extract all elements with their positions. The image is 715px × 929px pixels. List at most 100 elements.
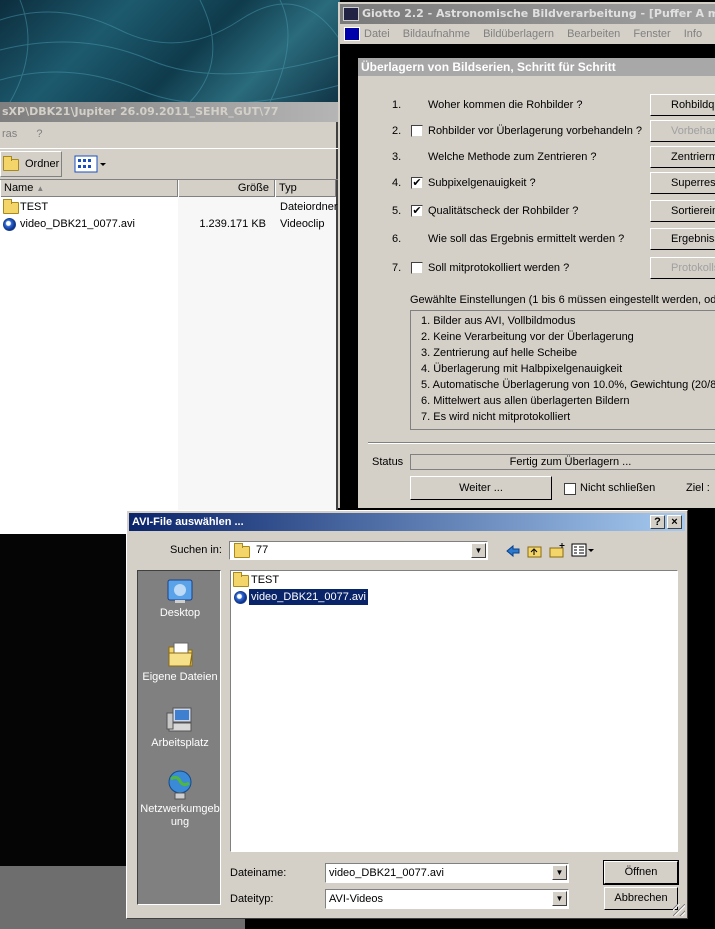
up-folder-icon[interactable] [527,543,543,558]
divider [368,442,715,444]
file-list[interactable]: TEST video_DBK21_0077.avi [230,570,678,852]
list-item[interactable]: TEST Dateiordner [0,199,337,216]
views-button[interactable] [74,153,108,175]
filename-label: Dateiname: [230,867,287,879]
summary-line: 5. Automatische Überlagerung von 10.0%, … [421,379,715,391]
summary-line: 4. Überlagerung mit Halbpixelgenauigkeit [421,363,623,375]
giotto-menubar: Datei Bildaufnahme Bildüberlagern Bearbe… [340,24,715,44]
step-3: 3. Welche Methode zum Zentrieren ? Zentr… [358,144,715,170]
place-my-computer[interactable]: Arbeitsplatz [138,705,222,750]
giotto-window: Giotto 2.2 - Astronomische Bildverarbeit… [338,2,715,508]
menu-extras[interactable]: ras [2,128,17,140]
vorbehandeln-checkbox[interactable] [411,125,423,137]
list-item[interactable]: video_DBK21_0077.avi 1.239.171 KB Videoc… [0,216,336,233]
list-header: Name ▲ Größe Typ [0,180,336,197]
rohbildquelle-button[interactable]: Rohbildq [650,94,715,116]
protokoll-checkbox[interactable] [411,262,423,274]
place-network[interactable]: Netzwerkumgeb ung [138,769,222,829]
folders-button-label: Ordner [25,158,60,170]
summary-label: Gewählte Einstellungen (1 bis 6 müssen e… [410,294,715,306]
subpixel-checkbox[interactable]: ✔ [411,177,423,189]
my-documents-icon [168,642,193,667]
cancel-button[interactable]: Abbrechen [604,887,678,910]
status-label: Status [372,456,404,468]
nav-toolbar [503,542,595,560]
vorbehandlung-button[interactable]: Vorbehan [650,120,715,142]
filetype-select[interactable]: AVI-Videos ▼ [325,889,569,909]
dropdown-arrow-icon[interactable]: ▼ [552,865,567,880]
desktop-wallpaper [0,0,340,102]
summary-line: 1. Bilder aus AVI, Vollbildmodus [421,315,576,327]
close-button[interactable]: × [667,515,682,529]
settings-summary: 1. Bilder aus AVI, Vollbildmodus 2. Kein… [410,310,715,430]
zentriermethode-button[interactable]: Zentrierme [650,146,715,168]
view-menu-icon[interactable] [571,543,595,557]
giotto-title[interactable]: Giotto 2.2 - Astronomische Bildverarbeit… [340,4,715,24]
step-4: 4. ✔ Subpixelgenauigkeit ? Superresc [358,170,715,196]
header-name[interactable]: Name ▲ [0,180,178,197]
ziel-label: Ziel : [686,482,710,494]
look-in-label: Suchen in: [170,544,222,556]
summary-line: 2. Keine Verarbeitung vor der Überlageru… [421,331,634,343]
status-value: Fertig zum Überlagern ... [410,454,715,470]
menu-help[interactable]: ? [36,128,42,140]
dropdown-arrow-icon[interactable]: ▼ [471,543,486,558]
folders-button[interactable]: Ordner [0,151,62,177]
step-2: 2. Rohbilder vor Überlagerung vorbehande… [358,118,715,144]
network-icon [168,770,192,800]
explorer-window: sXP\DBK21\Jupiter 26.09.2011_SEHR_GUT\77… [0,102,338,534]
nicht-schliessen-label: Nicht schließen [580,482,656,494]
wizard-title[interactable]: Überlagern von Bildserien, Schritt für S… [358,58,715,76]
stacking-wizard-dialog: Überlagern von Bildserien, Schritt für S… [358,58,715,508]
place-my-documents[interactable]: Eigene Dateien [138,639,222,684]
new-folder-icon[interactable] [549,542,567,558]
menu-bildueberlagern[interactable]: Bildüberlagern [483,28,554,40]
resize-grip-icon[interactable] [673,904,685,916]
my-computer-icon [166,707,192,732]
places-bar: Desktop Eigene Dateien Arbeitsplatz Netz… [137,570,221,905]
dialog-title[interactable]: AVI-File auswählen ... [129,513,685,531]
menu-datei[interactable]: Datei [364,28,390,40]
explorer-menubar: ras ? [0,124,338,144]
desktop-icon [167,579,193,603]
protokoll-button[interactable]: Protokolls [650,257,715,279]
header-type[interactable]: Typ [275,180,336,197]
explorer-file-list[interactable]: Name ▲ Größe Typ TEST Dateiordner video_… [0,180,337,534]
step-6: 6. Wie soll das Ergebnis ermittelt werde… [358,226,715,252]
menu-bearbeiten[interactable]: Bearbeiten [567,28,620,40]
back-arrow-icon[interactable] [505,544,521,558]
weiter-button[interactable]: Weiter ... [410,476,552,500]
look-in-combo[interactable]: 77 ▼ [229,541,488,560]
filetype-label: Dateityp: [230,893,274,905]
header-size[interactable]: Größe [178,180,275,197]
step-5: 5. ✔ Qualitätscheck der Rohbilder ? Sort… [358,198,715,224]
video-file-icon [3,218,16,237]
background-window-fragment [0,866,130,929]
folder-icon [233,572,249,592]
menu-info[interactable]: Info [684,28,702,40]
folder-open-icon [3,156,19,174]
video-file-icon [234,591,247,609]
superresolution-button[interactable]: Superresc [650,172,715,194]
dropdown-arrow-icon[interactable]: ▼ [552,891,567,906]
menu-bildaufnahme[interactable]: Bildaufnahme [403,28,470,40]
nicht-schliessen-checkbox[interactable] [564,483,576,495]
app-icon [343,7,359,21]
step-7: 7. Soll mitprotokolliert werden ? Protok… [358,255,715,281]
sort-arrow-icon: ▲ [36,184,45,193]
summary-line: 7. Es wird nicht mitprotokolliert [421,411,571,423]
sortiereinstellungen-button[interactable]: Sortiereins [650,200,715,222]
menu-fenster[interactable]: Fenster [633,28,670,40]
open-button[interactable]: Öffnen [603,860,679,885]
summary-line: 3. Zentrierung auf helle Scheibe [421,347,577,359]
sorted-column-shade [178,197,336,534]
ergebnis-button[interactable]: Ergebniss [650,228,715,250]
document-icon [344,27,360,41]
help-button[interactable]: ? [650,515,665,529]
explorer-toolbar: Ordner [0,148,338,180]
summary-line: 6. Mittelwert aus allen überlagerten Bil… [421,395,630,407]
qualitaetscheck-checkbox[interactable]: ✔ [411,205,423,217]
explorer-title[interactable]: sXP\DBK21\Jupiter 26.09.2011_SEHR_GUT\77 [0,102,338,122]
place-desktop[interactable]: Desktop [138,577,222,620]
filename-input[interactable]: video_DBK21_0077.avi ▼ [325,863,569,883]
